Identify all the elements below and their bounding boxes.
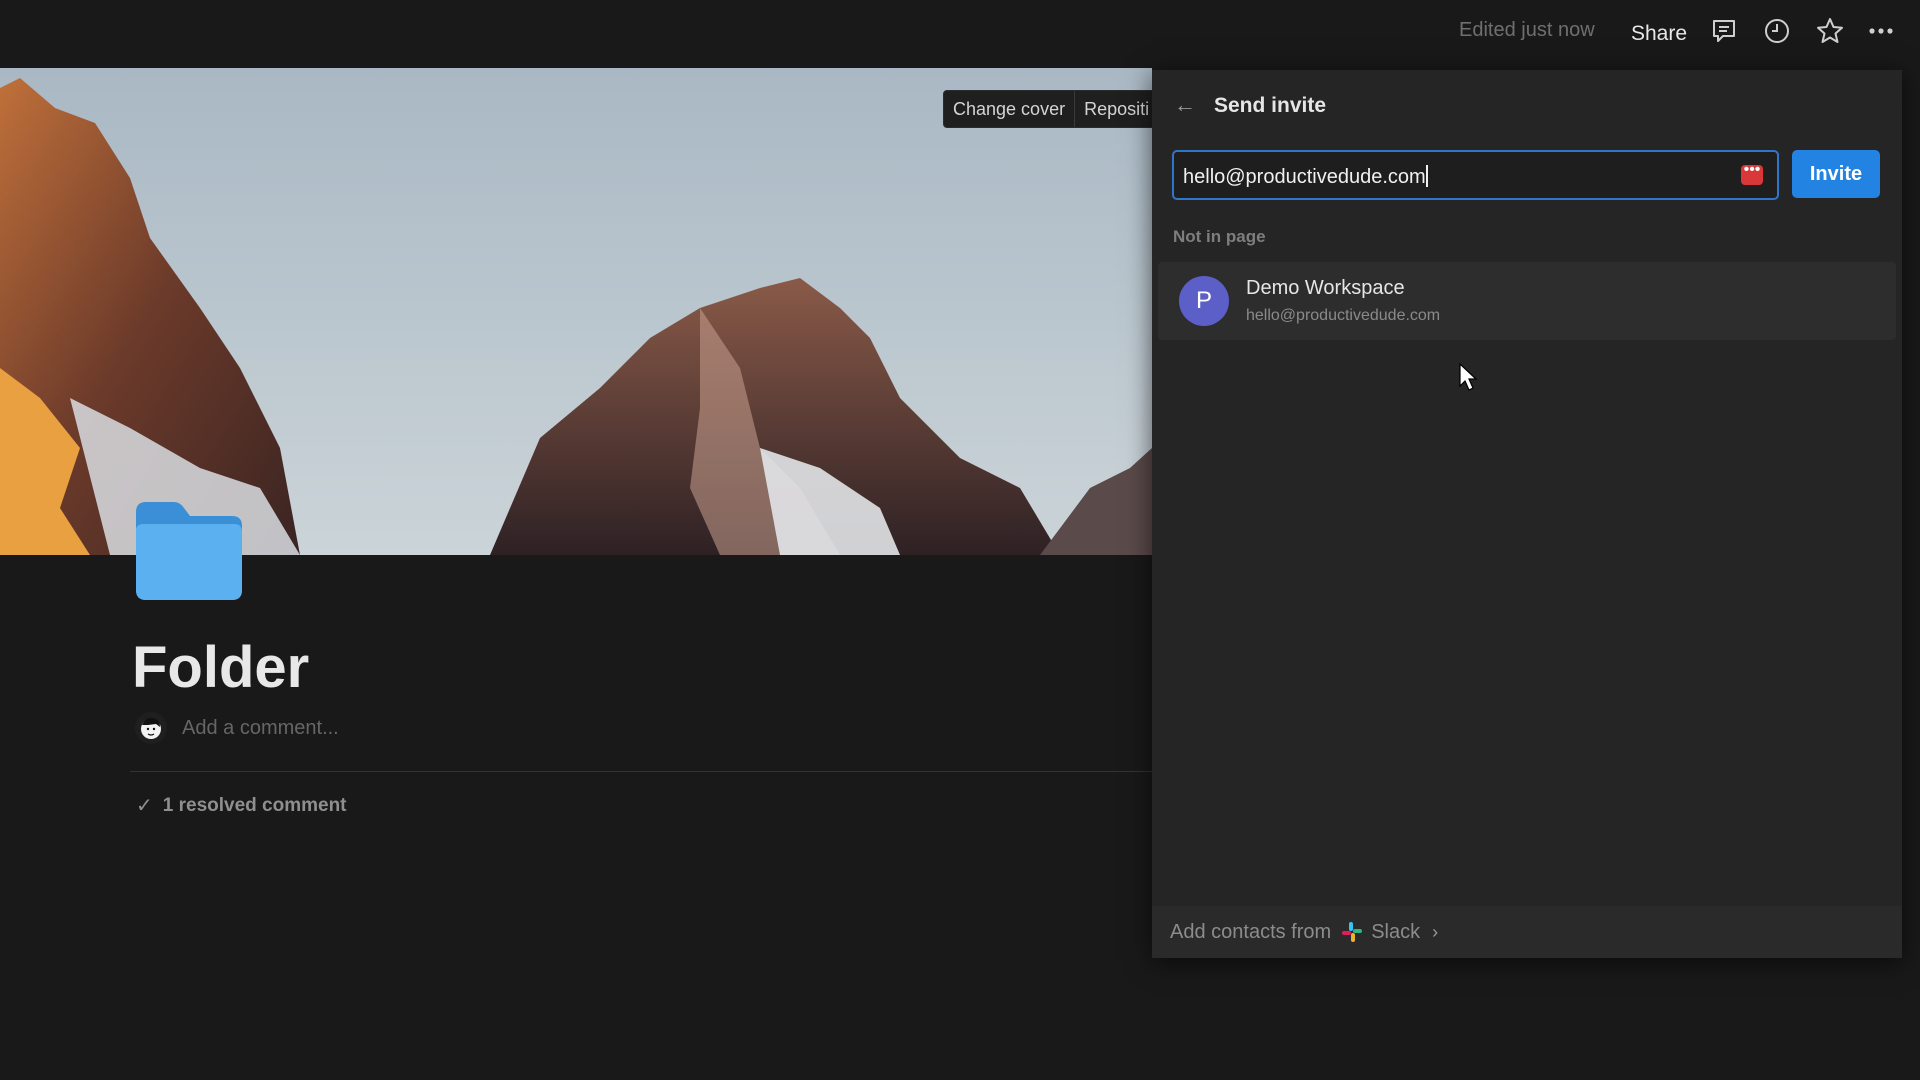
resolved-label: 1 resolved comment — [162, 794, 347, 816]
add-comment-row[interactable]: Add a comment... — [135, 712, 339, 744]
avatar: P — [1179, 276, 1229, 326]
divider — [130, 771, 1152, 772]
star-icon[interactable] — [1815, 16, 1845, 46]
back-arrow-icon[interactable]: ← — [1174, 92, 1196, 118]
member-name: Demo Workspace — [1246, 277, 1405, 299]
edited-status: Edited just now — [1459, 19, 1595, 41]
comment-icon[interactable] — [1709, 16, 1739, 46]
slack-icon — [1342, 922, 1363, 942]
page-title[interactable]: Folder — [132, 634, 309, 701]
share-button[interactable]: Share — [1631, 22, 1687, 46]
top-bar: Edited just now Share — [0, 0, 1920, 68]
cover-image — [0, 68, 1152, 555]
text-caret — [1425, 165, 1428, 187]
reposition-button[interactable]: Repositi — [1074, 91, 1158, 127]
add-contacts-slack[interactable]: Add contacts from Slack › — [1152, 906, 1902, 958]
list-item[interactable]: P Demo Workspace hello@productivedude.co… — [1158, 262, 1896, 340]
invite-button[interactable]: Invite — [1792, 150, 1880, 198]
resolved-comments-link[interactable]: ✓ 1 resolved comment — [136, 793, 347, 818]
check-icon: ✓ — [136, 795, 153, 817]
clock-icon[interactable] — [1762, 16, 1792, 46]
change-cover-button[interactable]: Change cover — [944, 91, 1074, 127]
cover-controls: Change cover Repositi — [943, 90, 1160, 128]
email-input-value: hello@productivedude.com — [1183, 166, 1426, 188]
password-manager-icon[interactable]: ••• — [1741, 162, 1763, 185]
avatar — [135, 712, 167, 744]
mouse-cursor-icon — [1459, 362, 1478, 391]
member-email: hello@productivedude.com — [1246, 307, 1441, 324]
send-invite-panel: ← Send invite hello@productivedude.com •… — [1152, 70, 1902, 958]
panel-title: Send invite — [1214, 94, 1327, 117]
chevron-right-icon: › — [1432, 921, 1439, 942]
comment-input[interactable]: Add a comment... — [182, 717, 339, 740]
email-input[interactable]: hello@productivedude.com ••• — [1172, 150, 1779, 200]
folder-icon[interactable] — [132, 500, 246, 602]
more-icon[interactable] — [1866, 16, 1896, 46]
footer-label: Add contacts from — [1170, 920, 1332, 943]
slack-label: Slack — [1371, 920, 1421, 943]
section-label: Not in page — [1173, 227, 1266, 246]
